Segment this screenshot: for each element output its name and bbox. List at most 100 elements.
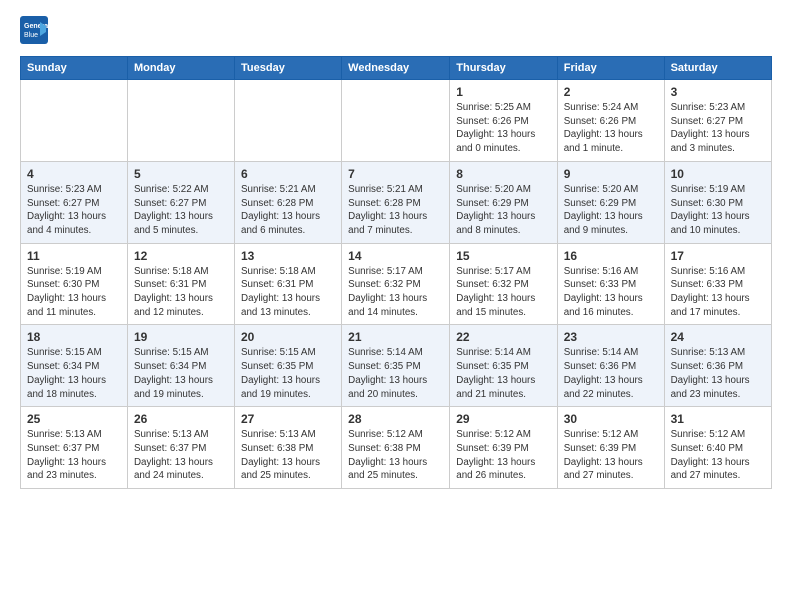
calendar-cell: 16 Sunrise: 5:16 AM Sunset: 6:33 PM Dayli…	[557, 243, 664, 325]
day-info: Sunrise: 5:12 AM Sunset: 6:38 PM Dayligh…	[348, 428, 443, 483]
day-info: Sunrise: 5:20 AM Sunset: 6:29 PM Dayligh…	[564, 183, 658, 238]
calendar-cell: 27Sunrise: 5:13 AM Sunset: 6:38 PM Dayli…	[235, 407, 342, 489]
day-info: Sunrise: 5:17 AM Sunset: 6:32 PM Dayligh…	[348, 265, 443, 320]
day-info: Sunrise: 5:16 AM Sunset: 6:33 PM Dayligh…	[564, 265, 658, 320]
day-number: 6	[241, 167, 335, 181]
day-info: Sunrise: 5:13 AM Sunset: 6:37 PM Dayligh…	[134, 428, 228, 483]
calendar-cell: 21 Sunrise: 5:14 AM Sunset: 6:35 PM Dayli…	[342, 325, 450, 407]
day-info: Sunrise: 5:12 AM Sunset: 6:40 PM Dayligh…	[671, 428, 765, 483]
day-info: Sunrise: 5:20 AM Sunset: 6:29 PM Dayligh…	[456, 183, 550, 238]
day-info: Sunrise: 5:22 AM Sunset: 6:27 PM Dayligh…	[134, 183, 228, 238]
day-number: 29	[456, 412, 550, 426]
calendar-cell: 12 Sunrise: 5:18 AM Sunset: 6:31 PM Dayli…	[127, 243, 234, 325]
day-number: 21	[348, 330, 443, 344]
day-number: 11	[27, 249, 121, 263]
week-row-3: 11 Sunrise: 5:19 AM Sunset: 6:30 PM Dayli…	[21, 243, 772, 325]
day-info: Sunrise: 5:23 AM Sunset: 6:27 PM Dayligh…	[27, 183, 121, 238]
day-number: 12	[134, 249, 228, 263]
calendar-cell: 22Sunrise: 5:14 AM Sunset: 6:35 PM Dayli…	[450, 325, 557, 407]
calendar-cell: 17 Sunrise: 5:16 AM Sunset: 6:33 PM Dayli…	[664, 243, 771, 325]
day-info: Sunrise: 5:25 AM Sunset: 6:26 PM Dayligh…	[456, 101, 550, 156]
day-info: Sunrise: 5:18 AM Sunset: 6:31 PM Dayligh…	[241, 265, 335, 320]
day-number: 4	[27, 167, 121, 181]
calendar-cell: 26 Sunrise: 5:13 AM Sunset: 6:37 PM Dayli…	[127, 407, 234, 489]
logo: General Blue	[20, 16, 52, 44]
day-number: 14	[348, 249, 443, 263]
day-info: Sunrise: 5:19 AM Sunset: 6:30 PM Dayligh…	[27, 265, 121, 320]
day-info: Sunrise: 5:15 AM Sunset: 6:34 PM Dayligh…	[134, 346, 228, 401]
calendar-cell	[235, 80, 342, 162]
calendar-cell: 30 Sunrise: 5:12 AM Sunset: 6:39 PM Dayli…	[557, 407, 664, 489]
day-number: 13	[241, 249, 335, 263]
calendar-cell: 6 Sunrise: 5:21 AM Sunset: 6:28 PM Daylig…	[235, 161, 342, 243]
day-info: Sunrise: 5:24 AM Sunset: 6:26 PM Dayligh…	[564, 101, 658, 156]
day-header-sunday: Sunday	[21, 57, 128, 80]
day-info: Sunrise: 5:16 AM Sunset: 6:33 PM Dayligh…	[671, 265, 765, 320]
day-number: 19	[134, 330, 228, 344]
week-row-5: 25 Sunrise: 5:13 AM Sunset: 6:37 PM Dayli…	[21, 407, 772, 489]
calendar-cell: 28 Sunrise: 5:12 AM Sunset: 6:38 PM Dayli…	[342, 407, 450, 489]
day-number: 26	[134, 412, 228, 426]
calendar-cell: 11 Sunrise: 5:19 AM Sunset: 6:30 PM Dayli…	[21, 243, 128, 325]
day-info: Sunrise: 5:23 AM Sunset: 6:27 PM Dayligh…	[671, 101, 765, 156]
calendar-cell: 7Sunrise: 5:21 AM Sunset: 6:28 PM Daylig…	[342, 161, 450, 243]
day-number: 1	[456, 85, 550, 99]
day-number: 10	[671, 167, 765, 181]
day-number: 15	[456, 249, 550, 263]
day-info: Sunrise: 5:18 AM Sunset: 6:31 PM Dayligh…	[134, 265, 228, 320]
day-info: Sunrise: 5:15 AM Sunset: 6:35 PM Dayligh…	[241, 346, 335, 401]
calendar-cell	[127, 80, 234, 162]
calendar-cell: 14 Sunrise: 5:17 AM Sunset: 6:32 PM Dayli…	[342, 243, 450, 325]
calendar-cell: 25 Sunrise: 5:13 AM Sunset: 6:37 PM Dayli…	[21, 407, 128, 489]
calendar-cell: 8Sunrise: 5:20 AM Sunset: 6:29 PM Daylig…	[450, 161, 557, 243]
day-number: 3	[671, 85, 765, 99]
day-info: Sunrise: 5:14 AM Sunset: 6:36 PM Dayligh…	[564, 346, 658, 401]
calendar-cell: 3 Sunrise: 5:23 AM Sunset: 6:27 PM Daylig…	[664, 80, 771, 162]
week-row-1: 1 Sunrise: 5:25 AM Sunset: 6:26 PM Daylig…	[21, 80, 772, 162]
calendar-cell: 29Sunrise: 5:12 AM Sunset: 6:39 PM Dayli…	[450, 407, 557, 489]
day-number: 7	[348, 167, 443, 181]
day-number: 25	[27, 412, 121, 426]
calendar-table: SundayMondayTuesdayWednesdayThursdayFrid…	[20, 56, 772, 489]
calendar-cell: 5 Sunrise: 5:22 AM Sunset: 6:27 PM Daylig…	[127, 161, 234, 243]
day-info: Sunrise: 5:13 AM Sunset: 6:37 PM Dayligh…	[27, 428, 121, 483]
day-number: 30	[564, 412, 658, 426]
calendar-cell: 24Sunrise: 5:13 AM Sunset: 6:36 PM Dayli…	[664, 325, 771, 407]
day-header-thursday: Thursday	[450, 57, 557, 80]
day-number: 27	[241, 412, 335, 426]
day-header-monday: Monday	[127, 57, 234, 80]
day-number: 17	[671, 249, 765, 263]
calendar-cell	[342, 80, 450, 162]
day-number: 2	[564, 85, 658, 99]
calendar-cell: 23Sunrise: 5:14 AM Sunset: 6:36 PM Dayli…	[557, 325, 664, 407]
day-info: Sunrise: 5:21 AM Sunset: 6:28 PM Dayligh…	[241, 183, 335, 238]
day-number: 9	[564, 167, 658, 181]
day-info: Sunrise: 5:17 AM Sunset: 6:32 PM Dayligh…	[456, 265, 550, 320]
calendar-cell: 13 Sunrise: 5:18 AM Sunset: 6:31 PM Dayli…	[235, 243, 342, 325]
day-number: 18	[27, 330, 121, 344]
calendar-cell: 1 Sunrise: 5:25 AM Sunset: 6:26 PM Daylig…	[450, 80, 557, 162]
day-info: Sunrise: 5:19 AM Sunset: 6:30 PM Dayligh…	[671, 183, 765, 238]
day-number: 28	[348, 412, 443, 426]
calendar-cell: 20 Sunrise: 5:15 AM Sunset: 6:35 PM Dayli…	[235, 325, 342, 407]
day-header-wednesday: Wednesday	[342, 57, 450, 80]
day-number: 16	[564, 249, 658, 263]
day-header-saturday: Saturday	[664, 57, 771, 80]
calendar-cell	[21, 80, 128, 162]
calendar-cell: 2 Sunrise: 5:24 AM Sunset: 6:26 PM Daylig…	[557, 80, 664, 162]
calendar-cell: 4 Sunrise: 5:23 AM Sunset: 6:27 PM Daylig…	[21, 161, 128, 243]
calendar-cell: 9 Sunrise: 5:20 AM Sunset: 6:29 PM Daylig…	[557, 161, 664, 243]
calendar-cell: 18Sunrise: 5:15 AM Sunset: 6:34 PM Dayli…	[21, 325, 128, 407]
day-number: 5	[134, 167, 228, 181]
day-header-friday: Friday	[557, 57, 664, 80]
calendar-cell: 15 Sunrise: 5:17 AM Sunset: 6:32 PM Dayli…	[450, 243, 557, 325]
day-info: Sunrise: 5:14 AM Sunset: 6:35 PM Dayligh…	[348, 346, 443, 401]
day-number: 24	[671, 330, 765, 344]
week-row-2: 4 Sunrise: 5:23 AM Sunset: 6:27 PM Daylig…	[21, 161, 772, 243]
day-header-tuesday: Tuesday	[235, 57, 342, 80]
day-info: Sunrise: 5:12 AM Sunset: 6:39 PM Dayligh…	[564, 428, 658, 483]
calendar-cell: 19 Sunrise: 5:15 AM Sunset: 6:34 PM Dayli…	[127, 325, 234, 407]
day-number: 31	[671, 412, 765, 426]
day-number: 20	[241, 330, 335, 344]
svg-text:Blue: Blue	[24, 32, 38, 39]
